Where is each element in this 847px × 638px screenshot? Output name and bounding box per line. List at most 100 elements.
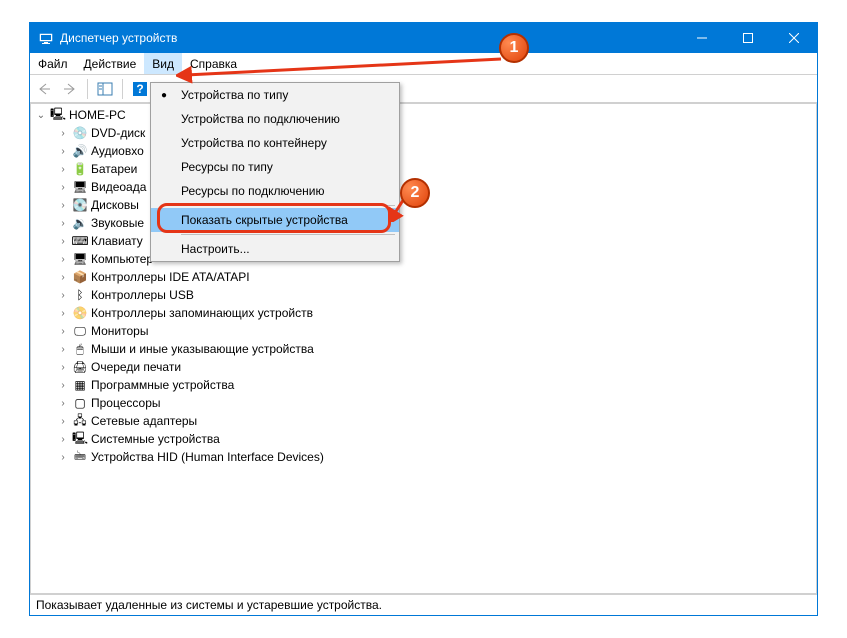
tree-node[interactable]: ›🖮Устройства HID (Human Interface Device… xyxy=(35,448,816,466)
tree-node-label: Компьютер xyxy=(91,252,153,266)
menu-file[interactable]: Файл xyxy=(30,53,76,74)
device-tree[interactable]: ⌄ 🖳 HOME-PC ›💿DVD-диск›🔊Аудиовхо›🔋Батаре… xyxy=(31,104,816,466)
expand-icon[interactable]: › xyxy=(57,344,69,355)
expand-icon[interactable]: › xyxy=(57,200,69,211)
maximize-button[interactable] xyxy=(725,23,771,53)
expand-icon[interactable]: › xyxy=(57,452,69,463)
expand-icon[interactable]: › xyxy=(57,254,69,265)
device-category-icon: 🔉 xyxy=(72,215,88,231)
expand-icon[interactable]: › xyxy=(57,272,69,283)
expand-icon[interactable]: › xyxy=(57,362,69,373)
minimize-button[interactable] xyxy=(679,23,725,53)
menu-view[interactable]: Вид xyxy=(144,53,182,74)
svg-text:?: ? xyxy=(136,82,143,96)
nav-forward-button[interactable] xyxy=(58,77,82,101)
tree-node-label: Клавиату xyxy=(91,234,143,248)
computer-icon: 🖳 xyxy=(50,107,66,123)
toolbar-separator xyxy=(122,79,123,99)
window-title: Диспетчер устройств xyxy=(60,31,679,45)
expand-icon[interactable]: › xyxy=(57,398,69,409)
device-category-icon: 📦 xyxy=(72,269,88,285)
menu-devices-by-connection[interactable]: Устройства по подключению xyxy=(151,107,399,131)
tree-node-label: Контроллеры USB xyxy=(91,288,194,302)
tree-node[interactable]: ›🖨Очереди печати xyxy=(35,358,816,376)
show-hide-tree-button[interactable] xyxy=(93,77,117,101)
expand-icon[interactable]: › xyxy=(57,416,69,427)
toolbar-separator xyxy=(87,79,88,99)
app-icon xyxy=(38,30,54,46)
status-text: Показывает удаленные из системы и устаре… xyxy=(36,598,382,612)
expand-icon[interactable]: › xyxy=(57,146,69,157)
tree-node[interactable]: ›🖳Системные устройства xyxy=(35,430,816,448)
nav-back-button[interactable] xyxy=(32,77,56,101)
device-category-icon: 📀 xyxy=(72,305,88,321)
view-menu-dropdown: ●Устройства по типу Устройства по подклю… xyxy=(150,82,400,262)
tree-node-label: Мыши и иные указывающие устройства xyxy=(91,342,314,356)
expand-icon[interactable]: › xyxy=(57,236,69,247)
expand-icon[interactable]: › xyxy=(57,164,69,175)
toolbar: ? xyxy=(30,75,817,103)
menu-resources-by-connection[interactable]: Ресурсы по подключению xyxy=(151,179,399,203)
expand-icon[interactable]: › xyxy=(57,380,69,391)
tree-node-label: Контроллеры IDE ATA/ATAPI xyxy=(91,270,250,284)
menu-devices-by-type[interactable]: ●Устройства по типу xyxy=(151,83,399,107)
tree-node-label: DVD-диск xyxy=(91,126,145,140)
device-category-icon: 🖧 xyxy=(72,413,88,429)
menubar: Файл Действие Вид Справка xyxy=(30,53,817,75)
tree-node[interactable]: ›📀Контроллеры запоминающих устройств xyxy=(35,304,816,322)
menu-action[interactable]: Действие xyxy=(76,53,145,74)
menu-separator xyxy=(181,205,395,206)
menu-resources-by-type[interactable]: Ресурсы по типу xyxy=(151,155,399,179)
menu-customize[interactable]: Настроить... xyxy=(151,237,399,261)
help-button[interactable]: ? xyxy=(128,77,152,101)
tree-node-label: Системные устройства xyxy=(91,432,220,446)
expand-icon[interactable]: › xyxy=(57,308,69,319)
tree-node[interactable]: ›🖱Мыши и иные указывающие устройства xyxy=(35,340,816,358)
device-category-icon: 🔋 xyxy=(72,161,88,177)
menu-show-hidden-devices[interactable]: Показать скрытые устройства xyxy=(151,208,399,232)
device-category-icon: 🖳 xyxy=(72,431,88,447)
content-area: ⌄ 🖳 HOME-PC ›💿DVD-диск›🔊Аудиовхо›🔋Батаре… xyxy=(30,103,817,594)
device-category-icon: 💿 xyxy=(72,125,88,141)
expand-icon[interactable]: › xyxy=(57,326,69,337)
device-category-icon: 💽 xyxy=(72,197,88,213)
expand-icon[interactable]: › xyxy=(57,128,69,139)
tree-node-label: Видеоада xyxy=(91,180,146,194)
tree-node[interactable]: ›🖵Мониторы xyxy=(35,322,816,340)
device-category-icon: 🖮 xyxy=(72,449,88,465)
annotation-callout-2: 2 xyxy=(400,178,430,208)
device-category-icon: 🖵 xyxy=(72,323,88,339)
tree-node-label: Дисковы xyxy=(91,198,139,212)
menu-devices-by-container[interactable]: Устройства по контейнеру xyxy=(151,131,399,155)
tree-node-label: Батареи xyxy=(91,162,137,176)
tree-node[interactable]: ›▦Программные устройства xyxy=(35,376,816,394)
menu-help[interactable]: Справка xyxy=(182,53,245,74)
expand-icon[interactable]: › xyxy=(57,182,69,193)
device-category-icon: ⌨ xyxy=(72,233,88,249)
tree-node[interactable]: ›📦Контроллеры IDE ATA/ATAPI xyxy=(35,268,816,286)
device-category-icon: 🔊 xyxy=(72,143,88,159)
tree-node-label: Сетевые адаптеры xyxy=(91,414,197,428)
tree-node-label: Очереди печати xyxy=(91,360,181,374)
tree-node-label: Процессоры xyxy=(91,396,161,410)
collapse-icon[interactable]: ⌄ xyxy=(35,110,47,121)
titlebar: Диспетчер устройств xyxy=(30,23,817,53)
tree-node[interactable]: ›🖧Сетевые адаптеры xyxy=(35,412,816,430)
tree-node[interactable]: ›ᛒКонтроллеры USB xyxy=(35,286,816,304)
device-category-icon: 🖨 xyxy=(72,359,88,375)
device-category-icon: ▦ xyxy=(72,377,88,393)
device-category-icon: 🖱 xyxy=(72,341,88,357)
device-category-icon: 🖥 xyxy=(72,251,88,267)
tree-node-label: Звуковые xyxy=(91,216,144,230)
tree-node-label: Аудиовхо xyxy=(91,144,144,158)
tree-node[interactable]: ›▢Процессоры xyxy=(35,394,816,412)
tree-node-label: Устройства HID (Human Interface Devices) xyxy=(91,450,324,464)
expand-icon[interactable]: › xyxy=(57,218,69,229)
statusbar: Показывает удаленные из системы и устаре… xyxy=(30,594,817,615)
close-button[interactable] xyxy=(771,23,817,53)
device-category-icon: ▢ xyxy=(72,395,88,411)
expand-icon[interactable]: › xyxy=(57,290,69,301)
tree-node-label: Программные устройства xyxy=(91,378,234,392)
expand-icon[interactable]: › xyxy=(57,434,69,445)
device-category-icon: ᛒ xyxy=(72,287,88,303)
